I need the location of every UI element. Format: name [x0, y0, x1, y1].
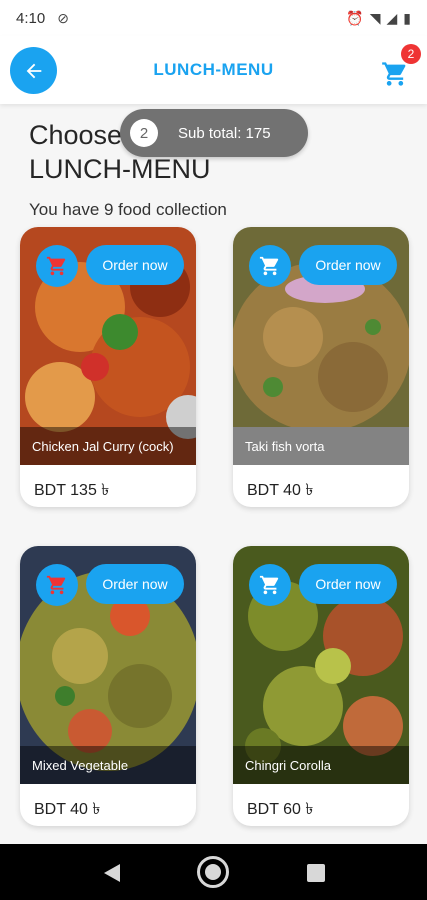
app-bar: LUNCH-MENU 2	[0, 36, 427, 104]
cart-count-badge: 2	[401, 44, 421, 64]
order-now-button[interactable]: Order now	[299, 564, 397, 604]
battery-icon: ▮	[403, 9, 411, 26]
order-now-button[interactable]: Order now	[86, 564, 184, 604]
order-now-button[interactable]: Order now	[86, 245, 184, 285]
add-to-cart-button[interactable]	[249, 564, 291, 606]
wifi-icon: ◥	[369, 9, 381, 26]
food-card[interactable]: Mixed Vegetable BDT 40 ৳ Order now	[20, 546, 196, 826]
food-price: BDT 135 ৳	[34, 482, 110, 499]
cart-icon	[46, 575, 66, 595]
status-time: 4:10	[16, 9, 46, 27]
nav-back-icon[interactable]	[102, 862, 122, 884]
add-to-cart-button[interactable]	[36, 245, 78, 287]
food-price: BDT 40 ৳	[247, 482, 314, 499]
order-now-button[interactable]: Order now	[299, 245, 397, 285]
food-card[interactable]: Chingri Corolla BDT 60 ৳ Order now	[233, 546, 409, 826]
subtotal-toast[interactable]: 2 Sub total: 175	[120, 109, 308, 157]
add-to-cart-button[interactable]	[36, 564, 78, 606]
food-name: Chicken Jal Curry (cock)	[20, 427, 196, 465]
status-icons: ⏰ ◥ ◢ ▮	[346, 10, 411, 27]
system-nav-bar	[0, 844, 427, 900]
food-card[interactable]: Chicken Jal Curry (cock) BDT 135 ৳ Order…	[20, 227, 196, 507]
food-card[interactable]: Taki fish vorta BDT 40 ৳ Order now	[233, 227, 409, 507]
sync-icon: ⊘	[57, 9, 69, 26]
food-count-text: You have 9 food collection	[29, 200, 227, 219]
alarm-icon: ⏰	[346, 9, 364, 26]
cart-icon	[46, 256, 66, 276]
food-name: Chingri Corolla	[233, 746, 409, 784]
food-price: BDT 40 ৳	[34, 801, 101, 818]
nav-recents-icon[interactable]	[307, 864, 325, 882]
toast-subtotal-text: Sub total: 175	[178, 124, 271, 142]
food-name: Mixed Vegetable	[20, 746, 196, 784]
cart-icon	[259, 575, 279, 595]
food-name: Taki fish vorta	[233, 427, 409, 465]
nav-home-icon[interactable]	[197, 856, 229, 888]
cart-icon	[382, 62, 406, 86]
add-to-cart-button[interactable]	[249, 245, 291, 287]
food-price: BDT 60 ৳	[247, 801, 314, 818]
status-bar: 4:10 ⊘ ⏰ ◥ ◢ ▮	[0, 0, 427, 36]
page-title: LUNCH-MENU	[153, 60, 274, 79]
toast-item-count: 2	[130, 119, 158, 147]
signal-icon: ◢	[386, 9, 398, 26]
cart-icon	[259, 256, 279, 276]
